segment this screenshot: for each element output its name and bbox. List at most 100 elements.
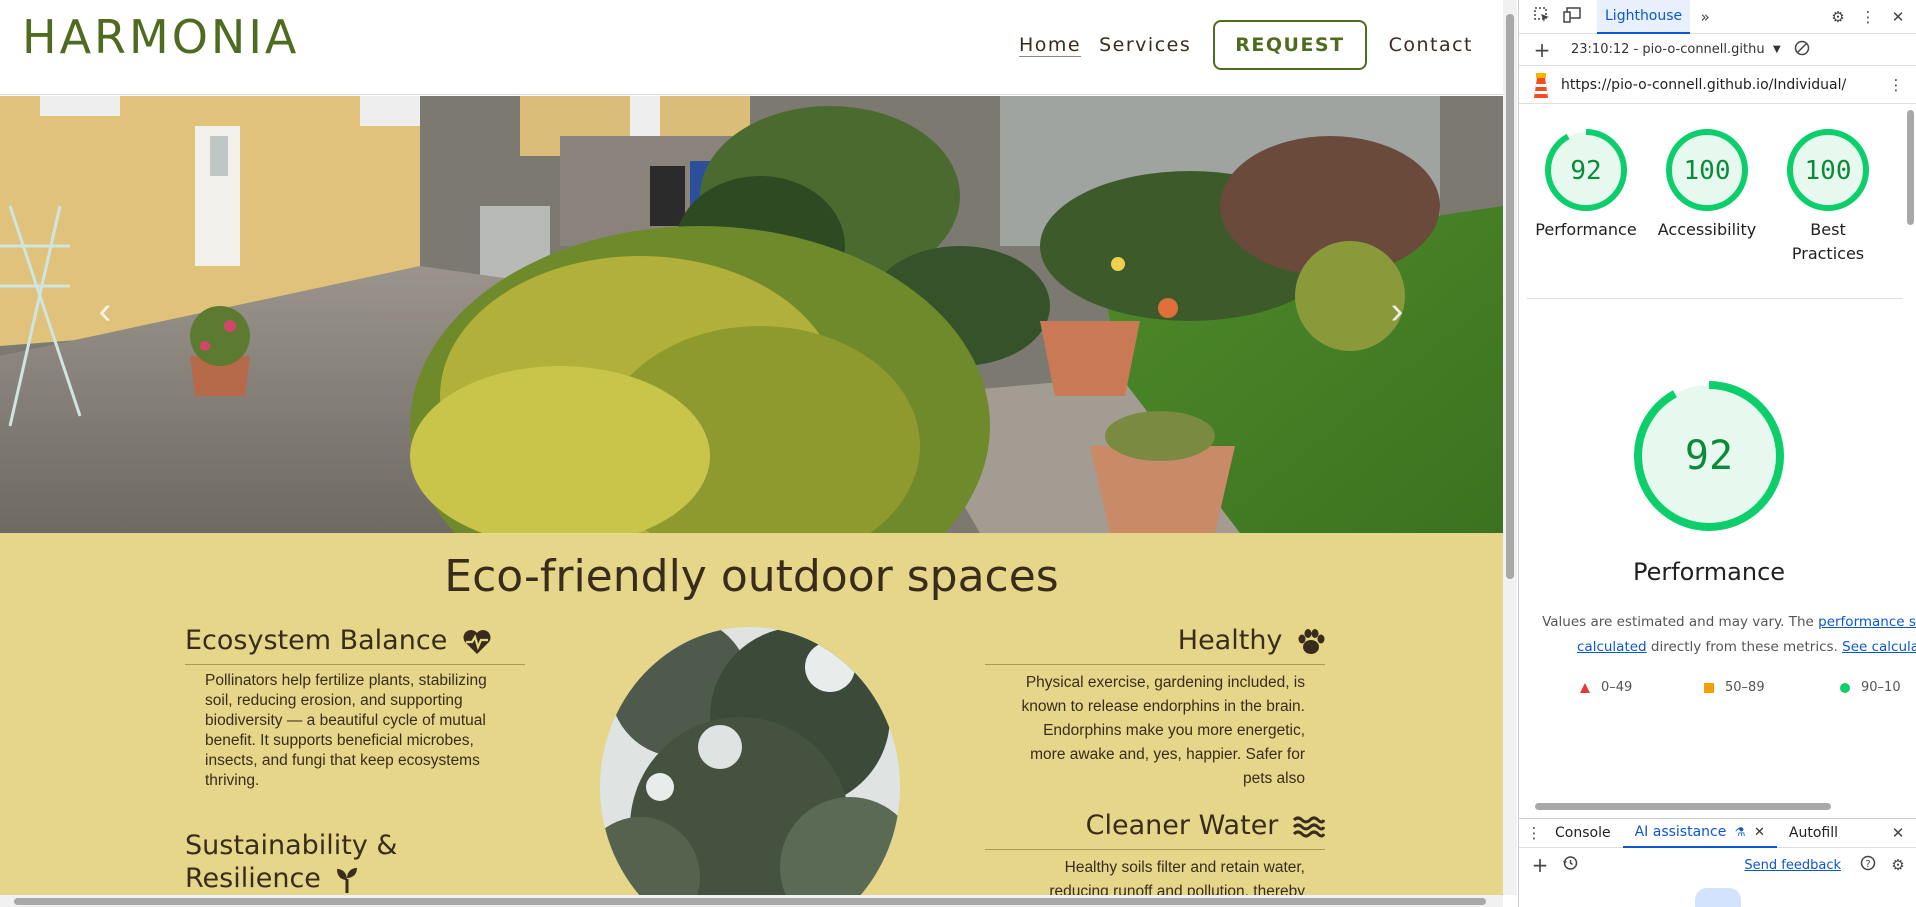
score-gauge-best-practices[interactable]: 100 Best Practices <box>1773 128 1883 266</box>
gauge-label: Performance <box>1632 558 1786 586</box>
score-gauge-performance[interactable]: 92 Performance <box>1531 128 1641 242</box>
description-text: directly from these metrics. <box>1646 639 1843 655</box>
tab-lighthouse[interactable]: Lighthouse <box>1597 0 1691 34</box>
help-icon[interactable]: ? <box>1853 855 1883 875</box>
report-menu-icon[interactable]: ⋮ <box>1881 76 1911 94</box>
card-title: Cleaner Water <box>985 810 1325 850</box>
drawer-tabbar: ⋮ Console AI assistance ⚗ ✕ Autofill ✕ <box>1519 818 1916 848</box>
card-text: Pollinators help fertilize plants, stabi… <box>205 672 487 789</box>
new-chat-icon[interactable]: + <box>1525 853 1555 877</box>
page-vertical-scrollbar[interactable] <box>1503 0 1517 895</box>
svg-text:?: ? <box>1865 859 1870 870</box>
brand-logo[interactable]: HARMONIA <box>22 10 299 64</box>
settings-gear-icon[interactable]: ⚙ <box>1823 8 1853 26</box>
card-title-text: Cleaner Water <box>1085 810 1279 841</box>
close-tab-icon[interactable]: ✕ <box>1754 825 1765 840</box>
gauge-value: 100 <box>1684 156 1731 186</box>
devtools-horizontal-scrollbar[interactable] <box>1527 801 1909 811</box>
more-options-icon[interactable]: ⋮ <box>1853 8 1883 26</box>
ecosystem-card: Ecosystem Balance Pollinators help ferti… <box>185 625 525 791</box>
ai-assistance-toolbar: + Send feedback ? ⚙ <box>1519 849 1916 881</box>
tree-image <box>600 627 900 895</box>
sustainability-card: Sustainability & Resilience <box>185 829 525 895</box>
legend-range: 50–89 <box>1725 680 1765 695</box>
legend-range: 0–49 <box>1601 680 1633 695</box>
gauge-value: 100 <box>1805 156 1852 186</box>
scrollbar-thumb[interactable] <box>1535 803 1831 810</box>
healthy-card: Healthy Physical exercise, gardening inc… <box>985 625 1325 791</box>
scrollbar-thumb[interactable] <box>1506 14 1514 579</box>
nav-contact-link[interactable]: Contact <box>1389 34 1473 56</box>
card-title-text: Sustainability & Resilience <box>185 830 398 894</box>
card-text: Healthy soils filter and retain water, r… <box>1049 859 1305 895</box>
main-score-gauge: 92 Performance <box>1579 380 1839 584</box>
device-toolbar-icon[interactable] <box>1557 6 1587 27</box>
devtools-panel: Lighthouse » ⚙ ⋮ ✕ + 23:10:12 - pio-o-co… <box>1518 0 1916 907</box>
gauge-label: Accessibility <box>1657 220 1757 239</box>
eco-section: Eco-friendly outdoor spaces Ecosystem Ba… <box>0 533 1503 895</box>
report-url-bar: https://pio-o-connell.github.io/Individu… <box>1519 66 1916 104</box>
devtools-vertical-scrollbar[interactable] <box>1905 106 1915 796</box>
carousel-next-button[interactable]: › <box>1377 291 1417 331</box>
nav-services-link[interactable]: Services <box>1099 34 1191 56</box>
devtools-tabbar: Lighthouse » ⚙ ⋮ ✕ <box>1519 0 1916 34</box>
card-title: Healthy <box>985 625 1325 665</box>
water-card: Cleaner Water Healthy soils filter and r… <box>985 810 1325 895</box>
inspect-element-icon[interactable] <box>1527 6 1557 27</box>
chevron-down-icon[interactable]: ▼ <box>1773 44 1781 55</box>
request-button[interactable]: REQUEST <box>1213 20 1367 70</box>
description-text: Values are estimated and may vary. The <box>1542 614 1819 630</box>
send-feedback-link[interactable]: Send feedback <box>1744 858 1841 873</box>
lighthouse-toolbar: + 23:10:12 - pio-o-connell.githu ▼ <box>1519 34 1916 66</box>
chevron-right-icon: › <box>1390 290 1404 332</box>
history-icon[interactable] <box>1555 855 1585 875</box>
clear-reports-icon[interactable] <box>1787 40 1817 60</box>
more-tabs-icon[interactable]: » <box>1690 8 1720 26</box>
paw-icon <box>1298 628 1325 654</box>
card-title-text: Ecosystem Balance <box>185 625 448 656</box>
gauge-ring: 100 <box>1787 129 1869 211</box>
flask-icon: ⚗ <box>1734 825 1746 839</box>
tab-label: AI assistance <box>1634 824 1727 840</box>
website-viewport: HARMONIA Home Services REQUEST Contact ‹… <box>0 0 1503 895</box>
close-devtools-icon[interactable]: ✕ <box>1883 8 1913 26</box>
hero-carousel: ‹ › <box>0 96 1503 533</box>
chevron-left-icon: ‹ <box>98 290 112 332</box>
report-url[interactable]: https://pio-o-connell.github.io/Individu… <box>1561 77 1846 93</box>
page-horizontal-scrollbar[interactable] <box>0 895 1503 907</box>
triangle-icon <box>1580 682 1590 693</box>
nav-home-link[interactable]: Home <box>1019 34 1081 56</box>
tab-ai-assistance[interactable]: AI assistance ⚗ ✕ <box>1622 818 1777 848</box>
section-title: Eco-friendly outdoor spaces <box>444 551 1059 602</box>
legend-fail: 0–49 <box>1579 680 1632 695</box>
report-selector[interactable]: 23:10:12 - pio-o-connell.githu <box>1571 42 1771 57</box>
calculated-link[interactable]: calculated <box>1577 639 1647 655</box>
drawer-menu-icon[interactable]: ⋮ <box>1525 824 1543 842</box>
legend-range: 90–10 <box>1861 680 1901 695</box>
carousel-prev-button[interactable]: ‹ <box>85 291 125 331</box>
new-report-icon[interactable]: + <box>1527 38 1557 62</box>
tab-autofill[interactable]: Autofill <box>1777 819 1850 847</box>
water-icon <box>1293 816 1325 837</box>
gauge-label: Best Practices <box>1791 220 1865 263</box>
gauge-ring: 92 <box>1545 129 1627 211</box>
scrollbar-thumb[interactable] <box>14 898 1486 905</box>
garden-photo <box>0 96 1503 533</box>
tab-console[interactable]: Console <box>1543 819 1623 847</box>
ai-assistant-avatar <box>1695 888 1741 907</box>
square-icon <box>1704 682 1714 693</box>
ai-settings-gear-icon[interactable]: ⚙ <box>1883 856 1913 874</box>
main-nav: Home Services REQUEST Contact <box>1019 20 1473 70</box>
metrics-description: Values are estimated and may vary. The p… <box>1539 610 1916 660</box>
performance-score-link[interactable]: performance s <box>1818 614 1916 630</box>
gauge-value: 92 <box>1685 433 1733 479</box>
score-gauge-accessibility[interactable]: 100 Accessibility <box>1652 128 1762 242</box>
seedling-icon <box>336 867 357 893</box>
card-title: Sustainability & Resilience <box>185 829 525 895</box>
gauge-ring: 92 <box>1634 381 1784 531</box>
close-drawer-icon[interactable]: ✕ <box>1883 824 1913 842</box>
card-text: Physical exercise, gardening included, i… <box>1021 674 1306 787</box>
scrollbar-thumb[interactable] <box>1907 110 1914 225</box>
gauge-ring: 100 <box>1666 129 1748 211</box>
legend-average: 50–89 <box>1703 680 1765 695</box>
